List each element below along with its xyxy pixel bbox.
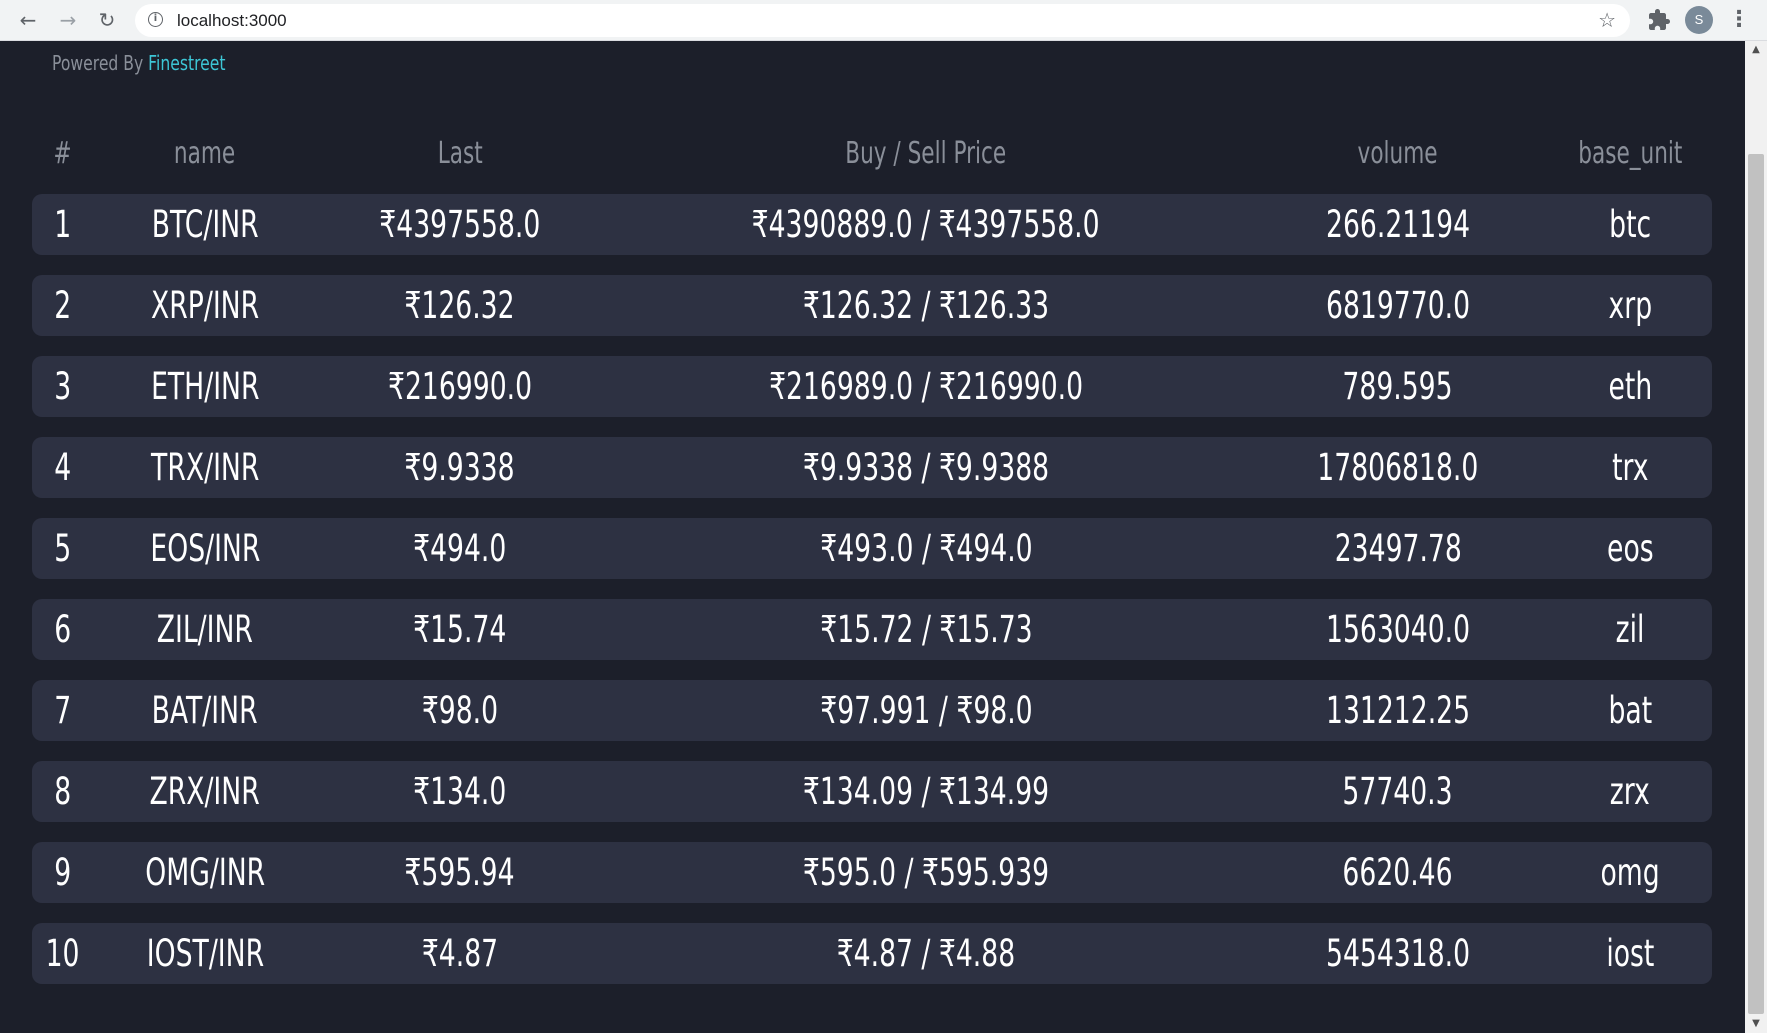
row-volume: 5454318.0 [1325, 932, 1471, 975]
row-price: ₹595.0 / ₹595.939 [802, 851, 1050, 894]
table-row: 3 ETH/INR ₹216990.0 ₹216989.0 / ₹216990.… [32, 356, 1712, 417]
header-last: Last [437, 135, 483, 171]
row-volume: 23497.78 [1334, 527, 1462, 570]
row-last: ₹9.9338 [404, 446, 516, 489]
table-row: 2 XRP/INR ₹126.32 ₹126.32 / ₹126.33 6819… [32, 275, 1712, 336]
bookmark-star-icon[interactable]: ☆ [1598, 8, 1616, 32]
row-num: 9 [54, 851, 72, 894]
row-num: 4 [54, 446, 72, 489]
forward-arrow-icon[interactable]: → [54, 6, 82, 34]
row-last: ₹216990.0 [387, 365, 533, 408]
header-price: Buy / Sell Price [845, 135, 1007, 171]
scroll-up-arrow-icon[interactable]: ▲ [1745, 41, 1767, 59]
row-volume: 6620.46 [1342, 851, 1454, 894]
back-arrow-icon[interactable]: ← [14, 6, 42, 34]
row-price: ₹9.9338 / ₹9.9388 [802, 446, 1050, 489]
powered-by-line: Powered By Finestreet [52, 51, 225, 75]
row-price: ₹216989.0 / ₹216990.0 [768, 365, 1084, 408]
row-name: OMG/INR [145, 851, 265, 894]
row-last: ₹126.32 [404, 284, 516, 327]
row-price: ₹126.32 / ₹126.33 [802, 284, 1050, 327]
row-volume: 1563040.0 [1325, 608, 1471, 651]
extensions-puzzle-icon[interactable] [1647, 8, 1671, 32]
row-num: 5 [54, 527, 72, 570]
row-base-unit: xrp [1608, 284, 1652, 327]
row-last: ₹494.0 [413, 527, 507, 570]
row-name: BTC/INR [151, 203, 259, 246]
table-row: 6 ZIL/INR ₹15.74 ₹15.72 / ₹15.73 1563040… [32, 599, 1712, 660]
row-base-unit: btc [1608, 203, 1652, 246]
row-base-unit: eos [1606, 527, 1654, 570]
row-base-unit: zil [1615, 608, 1645, 651]
row-name: ETH/INR [150, 365, 260, 408]
row-name: XRP/INR [150, 284, 260, 327]
vertical-scrollbar[interactable]: ▲ ▼ [1745, 41, 1767, 1033]
row-num: 2 [54, 284, 72, 327]
row-num: 7 [54, 689, 72, 732]
browser-toolbar: ← → ↻ i localhost:3000 ☆ S ⋮ [0, 0, 1767, 41]
row-base-unit: zrx [1609, 770, 1650, 813]
table-row: 8 ZRX/INR ₹134.0 ₹134.09 / ₹134.99 57740… [32, 761, 1712, 822]
row-price: ₹97.991 / ₹98.0 [819, 689, 1033, 732]
table-row: 7 BAT/INR ₹98.0 ₹97.991 / ₹98.0 131212.2… [32, 680, 1712, 741]
row-base-unit: iost [1605, 932, 1655, 975]
table-row: 4 TRX/INR ₹9.9338 ₹9.9338 / ₹9.9388 1780… [32, 437, 1712, 498]
row-num: 8 [54, 770, 72, 813]
profile-avatar[interactable]: S [1685, 6, 1713, 34]
row-num: 1 [54, 203, 72, 246]
row-volume: 6819770.0 [1325, 284, 1471, 327]
header-name: name [174, 135, 236, 171]
row-price: ₹493.0 / ₹494.0 [819, 527, 1033, 570]
table-row: 9 OMG/INR ₹595.94 ₹595.0 / ₹595.939 6620… [32, 842, 1712, 903]
row-last: ₹134.0 [413, 770, 507, 813]
row-volume: 131212.25 [1325, 689, 1471, 732]
row-name: ZRX/INR [149, 770, 261, 813]
row-volume: 57740.3 [1342, 770, 1454, 813]
header-num: # [53, 135, 73, 171]
row-name: EOS/INR [149, 527, 260, 570]
address-bar[interactable]: i localhost:3000 ☆ [135, 4, 1630, 37]
kebab-menu-icon[interactable]: ⋮ [1728, 6, 1750, 34]
url-text[interactable]: localhost:3000 [177, 11, 287, 31]
row-num: 3 [54, 365, 72, 408]
row-base-unit: eth [1608, 365, 1652, 408]
row-num: 10 [46, 932, 80, 975]
row-last: ₹98.0 [421, 689, 499, 732]
scroll-down-arrow-icon[interactable]: ▼ [1745, 1015, 1767, 1033]
row-name: ZIL/INR [156, 608, 254, 651]
row-volume: 17806818.0 [1317, 446, 1479, 489]
reload-icon[interactable]: ↻ [93, 6, 121, 34]
brand-link[interactable]: Finestreet [148, 51, 225, 75]
header-base-unit: base_unit [1577, 135, 1683, 171]
row-name: TRX/INR [150, 446, 260, 489]
row-num: 6 [54, 608, 72, 651]
table-row: 5 EOS/INR ₹494.0 ₹493.0 / ₹494.0 23497.7… [32, 518, 1712, 579]
row-last: ₹15.74 [413, 608, 507, 651]
row-base-unit: omg [1600, 851, 1660, 894]
table-header: # name Last Buy / Sell Price volume base… [32, 133, 1712, 173]
row-price: ₹4390889.0 / ₹4397558.0 [752, 203, 1100, 246]
row-price: ₹15.72 / ₹15.73 [819, 608, 1033, 651]
row-name: IOST/INR [146, 932, 264, 975]
row-last: ₹595.94 [404, 851, 516, 894]
table-row: 10 IOST/INR ₹4.87 ₹4.87 / ₹4.88 5454318.… [32, 923, 1712, 984]
row-price: ₹134.09 / ₹134.99 [802, 770, 1050, 813]
row-price: ₹4.87 / ₹4.88 [836, 932, 1016, 975]
row-last: ₹4.87 [421, 932, 499, 975]
row-base-unit: trx [1611, 446, 1649, 489]
scrollbar-thumb[interactable] [1748, 154, 1764, 1014]
row-name: BAT/INR [152, 689, 258, 732]
page-content: Powered By Finestreet # name Last Buy / … [0, 41, 1745, 1033]
row-volume: 266.21194 [1325, 203, 1471, 246]
row-volume: 789.595 [1342, 365, 1454, 408]
row-last: ₹4397558.0 [379, 203, 541, 246]
header-volume: volume [1357, 135, 1439, 171]
row-base-unit: bat [1608, 689, 1652, 732]
table-row: 1 BTC/INR ₹4397558.0 ₹4390889.0 / ₹43975… [32, 194, 1712, 255]
site-info-icon[interactable]: i [148, 12, 163, 27]
powered-by-prefix: Powered By [52, 51, 149, 75]
